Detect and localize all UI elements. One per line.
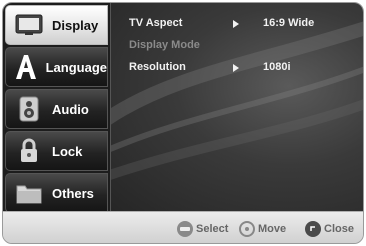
setting-value: 16:9 Wide bbox=[263, 17, 315, 29]
hint-select: Select bbox=[177, 221, 228, 237]
setup-menu-window: Display Language Audio Lock Others TV As… bbox=[2, 2, 364, 244]
sidebar-item-label: Language bbox=[45, 59, 107, 75]
return-button-icon bbox=[305, 221, 321, 237]
language-icon bbox=[12, 50, 40, 84]
sidebar-item-others[interactable]: Others bbox=[5, 173, 108, 213]
hint-move: Move bbox=[239, 221, 286, 237]
sidebar-item-label: Display bbox=[52, 17, 99, 33]
setting-name: Display Mode bbox=[129, 39, 200, 51]
setting-row-display-mode: Display Mode bbox=[129, 39, 359, 55]
hint-close: Close bbox=[305, 221, 354, 237]
audio-icon bbox=[12, 92, 46, 126]
sidebar-menu: Display Language Audio Lock Others bbox=[3, 3, 111, 213]
lock-icon bbox=[12, 134, 46, 168]
display-icon bbox=[12, 8, 46, 42]
sidebar-item-label: Lock bbox=[52, 143, 83, 159]
setting-name: TV Aspect bbox=[129, 17, 183, 29]
select-label: Select bbox=[196, 223, 229, 235]
dpad-icon bbox=[239, 221, 255, 237]
sidebar-item-label: Audio bbox=[52, 101, 89, 117]
sidebar-item-language[interactable]: Language bbox=[5, 47, 108, 87]
others-icon bbox=[12, 176, 46, 210]
sidebar-item-label: Others bbox=[52, 185, 94, 201]
footer-hints: Select Move Close bbox=[3, 211, 363, 243]
setting-row-tv-aspect[interactable]: TV Aspect 16:9 Wide bbox=[129, 17, 359, 33]
close-label: Close bbox=[324, 223, 354, 235]
setting-name: Resolution bbox=[129, 61, 186, 73]
sidebar-item-lock[interactable]: Lock bbox=[5, 131, 108, 171]
right-arrow-icon bbox=[233, 20, 239, 28]
setting-row-resolution[interactable]: Resolution 1080i bbox=[129, 61, 359, 77]
setting-value: 1080i bbox=[263, 61, 291, 73]
sidebar-item-display[interactable]: Display bbox=[5, 5, 108, 45]
background-swoosh bbox=[111, 21, 363, 180]
sidebar-item-audio[interactable]: Audio bbox=[5, 89, 108, 129]
settings-panel: TV Aspect 16:9 Wide Display Mode Resolut… bbox=[111, 3, 363, 211]
move-label: Move bbox=[258, 223, 287, 235]
right-arrow-icon bbox=[233, 64, 239, 72]
enter-button-icon bbox=[177, 221, 193, 237]
